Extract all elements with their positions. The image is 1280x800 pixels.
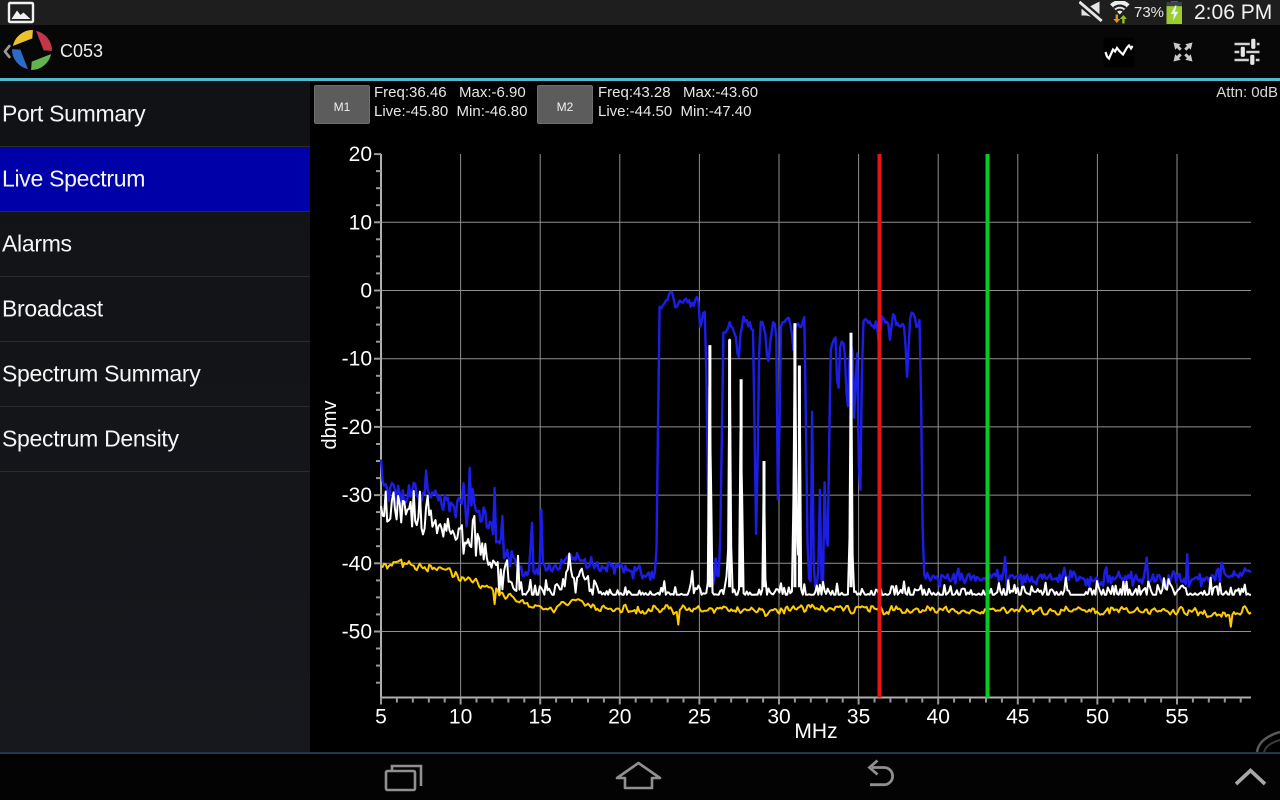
svg-text:-50: -50 xyxy=(342,621,372,644)
svg-text:50: 50 xyxy=(1086,706,1109,729)
svg-text:-20: -20 xyxy=(342,416,372,439)
svg-text:30: 30 xyxy=(767,706,790,729)
svg-text:10: 10 xyxy=(449,706,472,729)
svg-text:35: 35 xyxy=(847,706,870,729)
svg-text:20: 20 xyxy=(349,143,372,166)
svg-text:-40: -40 xyxy=(342,552,372,575)
svg-text:15: 15 xyxy=(529,706,552,729)
svg-text:25: 25 xyxy=(688,706,711,729)
svg-text:-30: -30 xyxy=(342,484,372,507)
svg-text:10: 10 xyxy=(349,211,372,234)
svg-text:55: 55 xyxy=(1165,706,1188,729)
svg-text:40: 40 xyxy=(927,706,950,729)
svg-text:-10: -10 xyxy=(342,348,372,371)
svg-text:0: 0 xyxy=(360,280,372,303)
svg-text:45: 45 xyxy=(1006,706,1029,729)
svg-text:20: 20 xyxy=(608,706,631,729)
svg-text:5: 5 xyxy=(375,706,387,729)
svg-text:MHz: MHz xyxy=(794,720,837,743)
svg-text:dbmv: dbmv xyxy=(319,401,341,450)
